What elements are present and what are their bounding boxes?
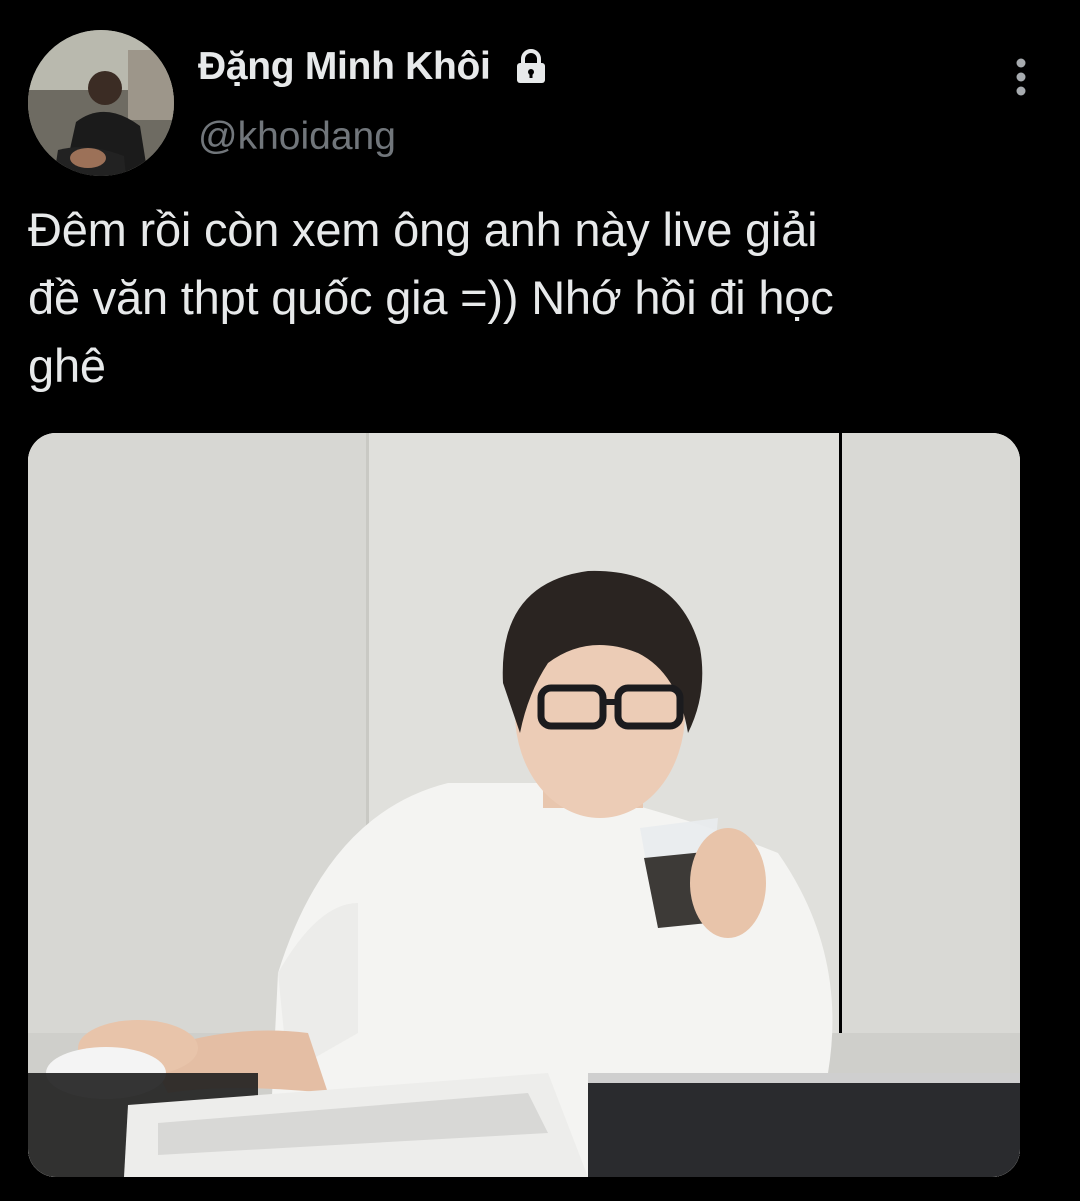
tweet-text: Đêm rồi còn xem ông anh này live giải đề…	[28, 203, 834, 392]
tweet-card: Đặng Minh Khôi @khoidang Đêm rồi còn xem…	[0, 0, 1080, 1201]
more-vertical-icon	[1016, 58, 1026, 96]
author-display-name[interactable]: Đặng Minh Khôi	[198, 45, 491, 89]
photo-illustration	[28, 433, 1020, 1177]
lock-icon	[511, 47, 551, 87]
author-avatar[interactable]	[28, 30, 174, 176]
author-name-row: Đặng Minh Khôi	[198, 44, 551, 90]
author-handle[interactable]: @khoidang	[198, 115, 396, 159]
tweet-media-photo[interactable]	[28, 433, 1020, 1177]
more-options-button[interactable]	[1004, 54, 1038, 100]
avatar-photo	[28, 30, 174, 176]
